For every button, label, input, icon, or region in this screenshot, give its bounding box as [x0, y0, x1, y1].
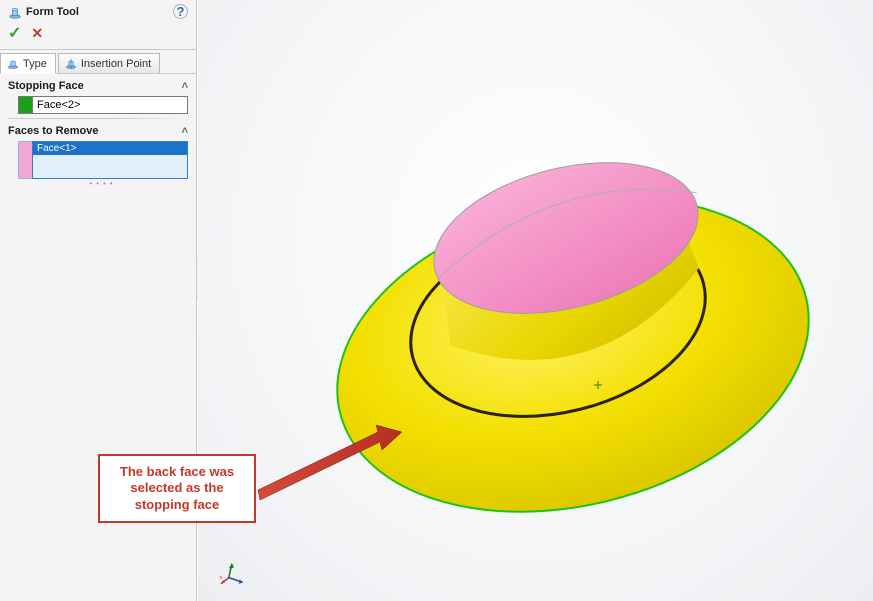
view-triad-icon[interactable]: x	[219, 559, 251, 587]
insertion-point-icon	[65, 58, 77, 70]
stopping-face-swatch[interactable]	[18, 96, 32, 114]
tab-type[interactable]: Type	[0, 53, 56, 74]
tab-type-label: Type	[23, 58, 47, 70]
stopping-face-field	[18, 96, 188, 114]
faces-to-remove-list[interactable]: Face<1>	[32, 141, 188, 179]
chevron-up-icon: ˄	[182, 125, 188, 137]
form-tool-icon	[8, 6, 20, 18]
confirm-row: ✓ ✕	[0, 21, 196, 50]
section-stopping-face: Stopping Face ˄	[0, 74, 196, 118]
list-item[interactable]: Face<1>	[33, 142, 187, 155]
form-tool-icon	[7, 58, 19, 70]
cancel-button[interactable]: ✕	[31, 25, 43, 42]
stopping-face-label: Stopping Face	[8, 80, 84, 92]
tab-insertion-label: Insertion Point	[81, 58, 151, 70]
graphics-viewport[interactable]	[198, 0, 873, 601]
section-faces-to-remove: Faces to Remove ˄ Face<1> ••••	[0, 119, 196, 192]
callout-text: The back face was selected as the stoppi…	[120, 464, 234, 512]
help-icon[interactable]: ?	[173, 4, 188, 19]
panel-tabs: Type Insertion Point	[0, 50, 196, 74]
section-faces-to-remove-header[interactable]: Faces to Remove ˄	[8, 125, 188, 141]
faces-to-remove-swatch[interactable]	[18, 141, 32, 179]
faces-to-remove-label: Faces to Remove	[8, 125, 98, 137]
chevron-up-icon: ˄	[182, 80, 188, 92]
tab-insertion-point[interactable]: Insertion Point	[58, 53, 160, 73]
panel-title: Form Tool	[26, 6, 167, 18]
annotation-callout: The back face was selected as the stoppi…	[98, 454, 256, 523]
faces-to-remove-field: Face<1>	[18, 141, 188, 179]
panel-title-row: Form Tool ?	[0, 0, 196, 21]
resize-grip[interactable]: ••••	[18, 179, 188, 188]
svg-text:x: x	[219, 575, 222, 581]
stopping-face-input[interactable]	[32, 96, 188, 114]
section-stopping-face-header[interactable]: Stopping Face ˄	[8, 80, 188, 96]
ok-button[interactable]: ✓	[8, 23, 21, 43]
model-svg	[198, 0, 873, 601]
